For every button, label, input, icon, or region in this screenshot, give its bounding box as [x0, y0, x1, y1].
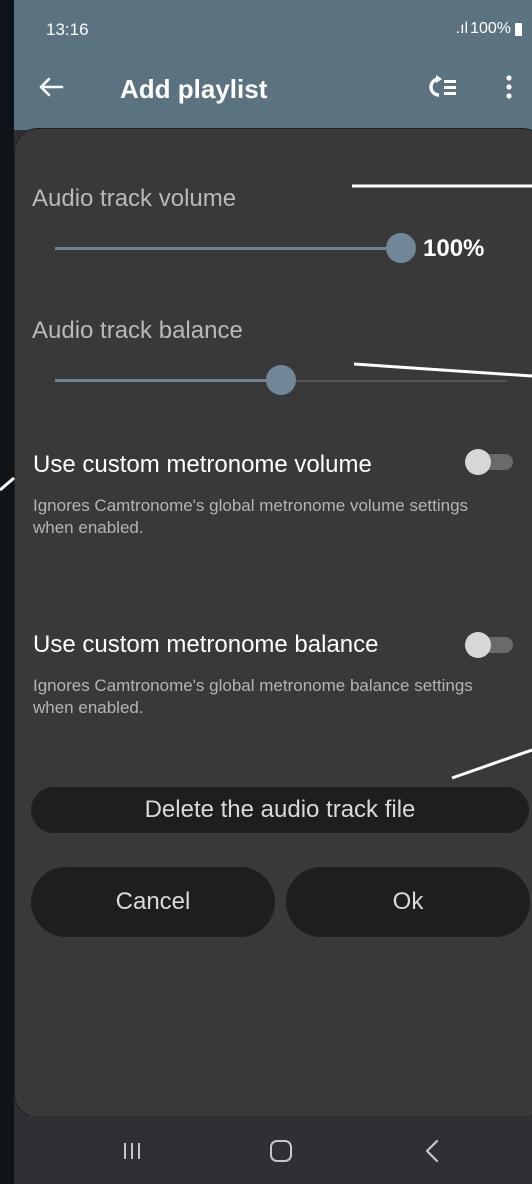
repeat-list-icon[interactable]	[424, 72, 460, 102]
nav-back-icon[interactable]	[422, 1138, 442, 1164]
home-icon[interactable]	[270, 1140, 292, 1162]
volume-label: Audio track volume	[32, 185, 237, 212]
balance-slider-thumb[interactable]	[266, 365, 296, 395]
custom-volume-description: Ignores Camtronome's global metronome vo…	[33, 496, 469, 537]
app-bar: Add playlist	[14, 46, 532, 130]
playlist-dialog: Audio track volume 100% Audio track bala…	[14, 128, 532, 1118]
custom-volume-toggle-thumb[interactable]	[465, 449, 491, 475]
ok-button[interactable]: Ok	[286, 867, 530, 937]
custom-balance-title: Use custom metronome balance	[33, 631, 379, 658]
volume-slider-thumb[interactable]	[386, 233, 416, 263]
page-title: Add playlist	[120, 74, 268, 104]
back-arrow-icon[interactable]	[36, 72, 66, 102]
more-options-icon[interactable]	[502, 72, 516, 102]
custom-volume-title: Use custom metronome volume	[33, 451, 372, 478]
app-screen: 13:16 .ıl 100% Add playlist Audio track …	[14, 0, 532, 1184]
battery-percent: 100%	[470, 20, 511, 37]
system-nav-bar	[14, 1116, 532, 1184]
balance-slider-fill	[55, 379, 281, 382]
signal-icon: .ıl	[455, 20, 469, 37]
status-time: 13:16	[46, 20, 89, 39]
volume-slider-fill	[55, 247, 401, 250]
custom-balance-toggle-thumb[interactable]	[465, 632, 491, 658]
cancel-button[interactable]: Cancel	[31, 867, 275, 937]
volume-value: 100%	[423, 235, 485, 262]
delete-audio-button[interactable]: Delete the audio track file	[31, 787, 529, 833]
custom-balance-description: Ignores Camtronome's global metronome ba…	[33, 676, 473, 717]
recents-icon[interactable]	[122, 1141, 142, 1161]
balance-label: Audio track balance	[32, 317, 243, 344]
battery-icon	[515, 22, 522, 36]
status-bar: 13:16 .ıl 100%	[14, 0, 532, 46]
status-icons: .ıl 100%	[456, 20, 522, 38]
